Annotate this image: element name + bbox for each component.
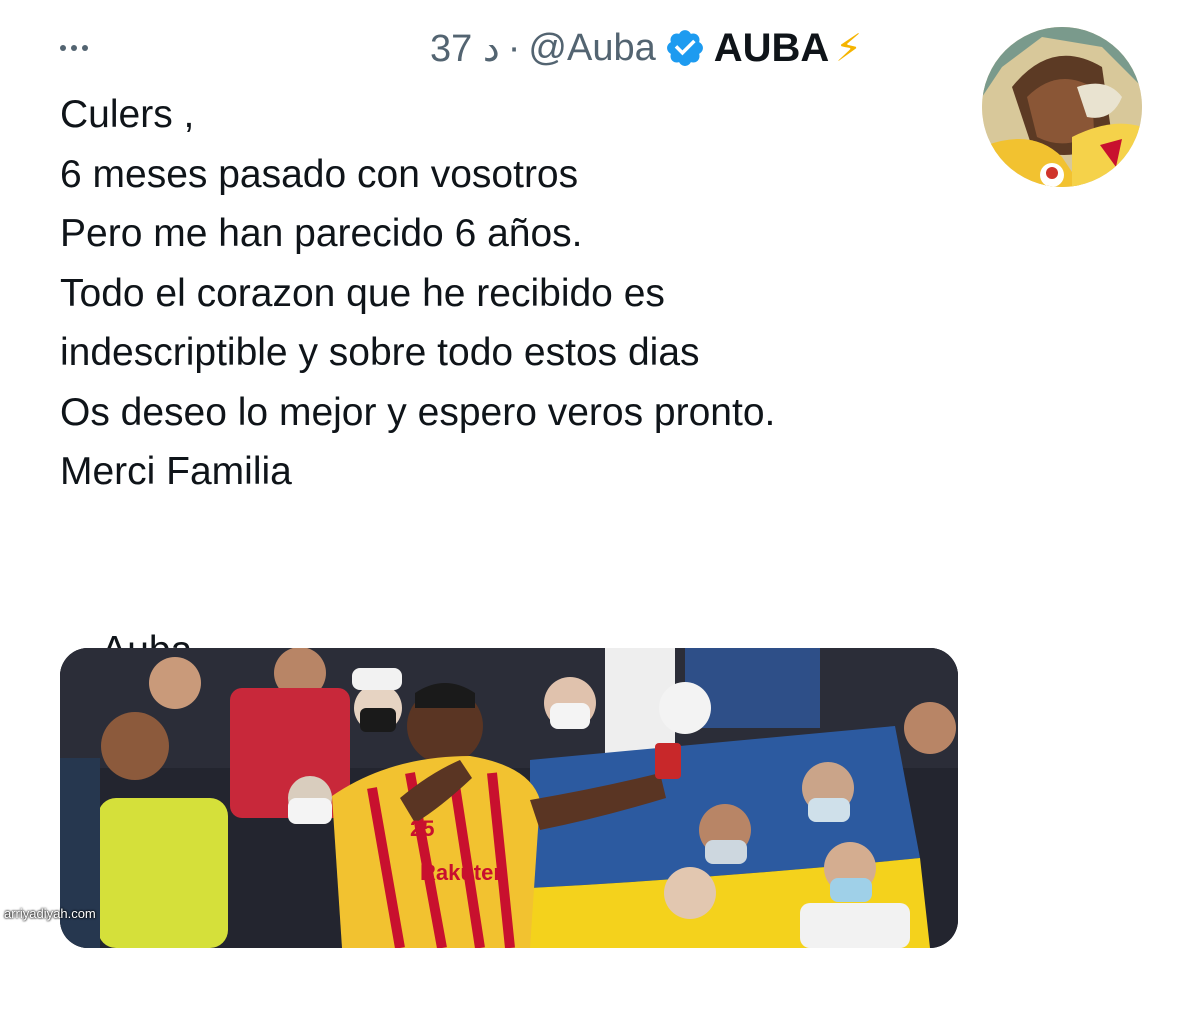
fan-hat bbox=[659, 682, 711, 734]
face-mask bbox=[550, 703, 590, 729]
fan-shirt-white bbox=[800, 903, 910, 948]
display-name[interactable]: AUBA bbox=[714, 26, 830, 71]
tweet-photo[interactable]: 25 Rakuten bbox=[60, 648, 958, 948]
lightning-emoji: ⚡ bbox=[835, 27, 862, 70]
face-mask bbox=[705, 840, 747, 864]
face-mask bbox=[288, 798, 332, 824]
fan-face bbox=[149, 657, 201, 709]
separator: · bbox=[507, 26, 521, 69]
tweet-text-line: Pero me han parecido 6 años. bbox=[60, 212, 583, 255]
face-mask bbox=[808, 798, 850, 822]
verified-badge-icon bbox=[666, 30, 703, 66]
tweet-text-line: Os deseo lo mejor y espero veros pronto. bbox=[60, 390, 776, 434]
avatar-illustration bbox=[982, 27, 1142, 187]
tweet-text-line: indescriptible y sobre todo estos dias bbox=[60, 331, 700, 374]
tweet-text-line: Culers , bbox=[60, 93, 195, 136]
tweet-text-line: Todo el corazon que he recibido es bbox=[60, 271, 665, 315]
training-bib bbox=[98, 798, 228, 948]
timestamp[interactable]: 37 د bbox=[430, 26, 500, 71]
tweet-header: 37 د · @Auba AUBA ⚡ bbox=[430, 20, 862, 76]
handle[interactable]: @Auba bbox=[528, 27, 655, 70]
face-mask bbox=[360, 708, 396, 732]
match-photo: 25 Rakuten bbox=[60, 648, 958, 948]
more-dot bbox=[71, 45, 77, 51]
tweet-text-line: 6 meses pasado con vosotros bbox=[60, 152, 579, 196]
player-head bbox=[101, 712, 169, 780]
watermark: arriyadiyah.com bbox=[4, 906, 96, 921]
more-dot bbox=[82, 45, 88, 51]
more-options-button[interactable] bbox=[60, 28, 88, 68]
fan-cap bbox=[352, 668, 402, 690]
face-mask bbox=[830, 878, 872, 902]
fan-face bbox=[664, 867, 716, 919]
fan-face bbox=[904, 702, 956, 754]
jersey-number: 25 bbox=[410, 816, 434, 841]
more-dot bbox=[60, 45, 66, 51]
shirt-sponsor: Rakuten bbox=[420, 860, 507, 885]
profile-avatar[interactable] bbox=[982, 27, 1142, 187]
cup-in-hand bbox=[655, 743, 681, 779]
tweet-text-line: Merci Familia bbox=[60, 450, 292, 493]
